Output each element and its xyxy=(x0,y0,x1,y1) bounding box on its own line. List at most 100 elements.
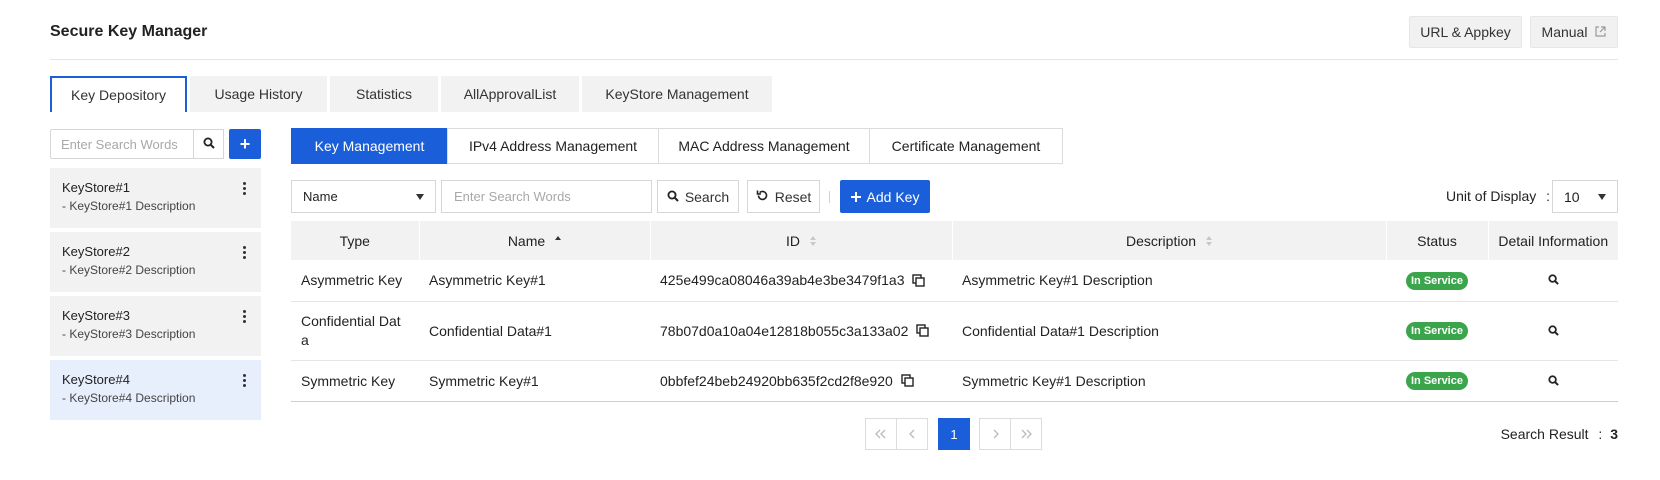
table-row[interactable]: Symmetric Key Symmetric Key#1 0bbfef24be… xyxy=(291,360,1618,402)
copy-icon[interactable] xyxy=(901,374,914,387)
add-keystore-button[interactable]: + xyxy=(229,129,261,159)
reset-button[interactable]: Reset xyxy=(747,180,820,213)
cell-id: 78b07d0a10a04e12818b055c3a133a02 xyxy=(650,301,952,361)
column-header-type: Type xyxy=(291,221,419,260)
table-header-row: Type Name ID Description Status Detail I… xyxy=(291,221,1618,260)
key-id: 0bbfef24beb24920bb635f2cd2f8e920 xyxy=(660,372,893,389)
tab-key-depository[interactable]: Key Depository xyxy=(50,76,187,112)
more-options-icon[interactable] xyxy=(239,306,249,326)
tab-all-approval-list[interactable]: AllApprovalList xyxy=(441,76,579,112)
column-header-id[interactable]: ID xyxy=(649,221,952,260)
keystore-item[interactable]: KeyStore#3 - KeyStore#3 Description xyxy=(50,296,261,356)
search-button-label: Search xyxy=(684,188,730,205)
detail-search-icon[interactable] xyxy=(1547,324,1559,336)
add-key-label: Add Key xyxy=(866,188,920,205)
caret-down-icon xyxy=(1598,194,1606,200)
cell-description: Symmetric Key#1 Description xyxy=(952,360,1386,402)
cell-type: Symmetric Key xyxy=(291,360,419,402)
cell-detail xyxy=(1488,260,1618,302)
sort-icon[interactable] xyxy=(810,235,816,246)
search-result-separator: : xyxy=(1598,426,1603,442)
tab-usage-history[interactable]: Usage History xyxy=(190,76,327,112)
keystore-description: - KeyStore#4 Description xyxy=(62,391,196,405)
keystore-list: KeyStore#1 - KeyStore#1 Description KeyS… xyxy=(50,168,261,424)
search-result-count: 3 xyxy=(1610,426,1618,442)
double-chevron-right-icon xyxy=(1020,427,1032,442)
keystore-name: KeyStore#2 xyxy=(62,244,130,259)
keystore-description: - KeyStore#3 Description xyxy=(62,327,196,341)
sort-icon[interactable] xyxy=(1206,235,1213,246)
unit-of-display-label: Unit of Display : xyxy=(1446,188,1550,204)
keystore-item[interactable]: KeyStore#2 - KeyStore#2 Description xyxy=(50,232,261,292)
plus-icon xyxy=(850,189,861,205)
prev-page-button[interactable] xyxy=(896,418,928,450)
copy-icon[interactable] xyxy=(916,324,930,337)
key-search-input[interactable] xyxy=(441,180,652,213)
keystore-description: - KeyStore#2 Description xyxy=(62,263,196,277)
tab-key-management[interactable]: Key Management xyxy=(291,128,448,164)
unit-label-text: Unit of Display xyxy=(1446,188,1537,204)
keystore-name: KeyStore#1 xyxy=(62,180,130,195)
detail-search-icon[interactable] xyxy=(1547,274,1559,286)
tab-certificate-management[interactable]: Certificate Management xyxy=(869,128,1063,164)
table-row[interactable]: Asymmetric Key Asymmetric Key#1 425e499c… xyxy=(291,260,1618,302)
unit-label-separator: : xyxy=(1546,188,1551,204)
keystore-search-input[interactable] xyxy=(50,129,194,159)
caret-down-icon xyxy=(416,194,424,200)
tab-mac-address-management[interactable]: MAC Address Management xyxy=(658,128,870,164)
detail-search-icon[interactable] xyxy=(1547,374,1559,386)
column-header-description[interactable]: Description xyxy=(951,221,1386,260)
tab-ipv4-address-management[interactable]: IPv4 Address Management xyxy=(447,128,659,164)
keystore-item[interactable]: KeyStore#1 - KeyStore#1 Description xyxy=(50,168,261,228)
keystore-description: - KeyStore#1 Description xyxy=(62,199,196,213)
copy-icon[interactable] xyxy=(912,274,926,287)
next-page-button[interactable] xyxy=(979,418,1011,450)
reset-icon xyxy=(756,189,769,205)
toolbar-divider xyxy=(829,191,830,203)
page-title: Secure Key Manager xyxy=(50,23,208,40)
keystore-name: KeyStore#3 xyxy=(62,308,130,323)
key-table: Type Name ID Description Status Detail I… xyxy=(291,221,1618,402)
cell-detail xyxy=(1488,301,1618,361)
pagination: 1 xyxy=(865,418,1042,450)
first-page-button[interactable] xyxy=(865,418,897,450)
column-header-name[interactable]: Name xyxy=(418,221,650,260)
column-header-detail: Detail Information xyxy=(1487,221,1618,260)
sort-ascending-icon[interactable] xyxy=(555,235,562,246)
cell-name: Symmetric Key#1 xyxy=(419,360,650,402)
more-options-icon[interactable] xyxy=(239,242,249,262)
cell-description: Confidential Data#1 Description xyxy=(952,301,1386,361)
cell-description: Asymmetric Key#1 Description xyxy=(952,260,1386,302)
last-page-button[interactable] xyxy=(1010,418,1042,450)
search-result-label: Search Result xyxy=(1500,426,1589,442)
search-result: Search Result : 3 xyxy=(1501,426,1618,442)
keystore-search-button[interactable] xyxy=(193,129,224,159)
external-link-icon xyxy=(1595,24,1607,40)
more-options-icon[interactable] xyxy=(239,370,249,390)
cell-type: Confidential Data xyxy=(291,301,419,361)
key-id: 78b07d0a10a04e12818b055c3a133a02 xyxy=(660,322,909,339)
add-key-button[interactable]: Add Key xyxy=(840,180,930,213)
cell-status: In Service xyxy=(1386,260,1488,302)
search-field-select[interactable]: Name xyxy=(291,180,436,213)
unit-of-display-select[interactable]: 10 xyxy=(1552,180,1618,213)
double-chevron-left-icon xyxy=(875,427,887,442)
table-row[interactable]: Confidential Data Confidential Data#1 78… xyxy=(291,301,1618,361)
keystore-name: KeyStore#4 xyxy=(62,372,130,387)
cell-name: Asymmetric Key#1 xyxy=(419,260,650,302)
keystore-item-selected[interactable]: KeyStore#4 - KeyStore#4 Description xyxy=(50,360,261,420)
page-number-button[interactable]: 1 xyxy=(938,418,970,450)
search-field-value: Name xyxy=(303,189,338,204)
more-options-icon[interactable] xyxy=(239,178,249,198)
chevron-right-icon xyxy=(992,427,999,442)
cell-status: In Service xyxy=(1386,301,1488,361)
cell-detail xyxy=(1488,360,1618,402)
tab-keystore-management[interactable]: KeyStore Management xyxy=(582,76,772,112)
url-appkey-button[interactable]: URL & Appkey xyxy=(1409,16,1522,48)
tab-statistics[interactable]: Statistics xyxy=(330,76,438,112)
cell-type: Asymmetric Key xyxy=(291,260,419,302)
manual-button[interactable]: Manual xyxy=(1530,16,1618,48)
column-header-status: Status xyxy=(1385,221,1488,260)
search-button[interactable]: Search xyxy=(657,180,739,213)
search-icon xyxy=(667,189,679,205)
